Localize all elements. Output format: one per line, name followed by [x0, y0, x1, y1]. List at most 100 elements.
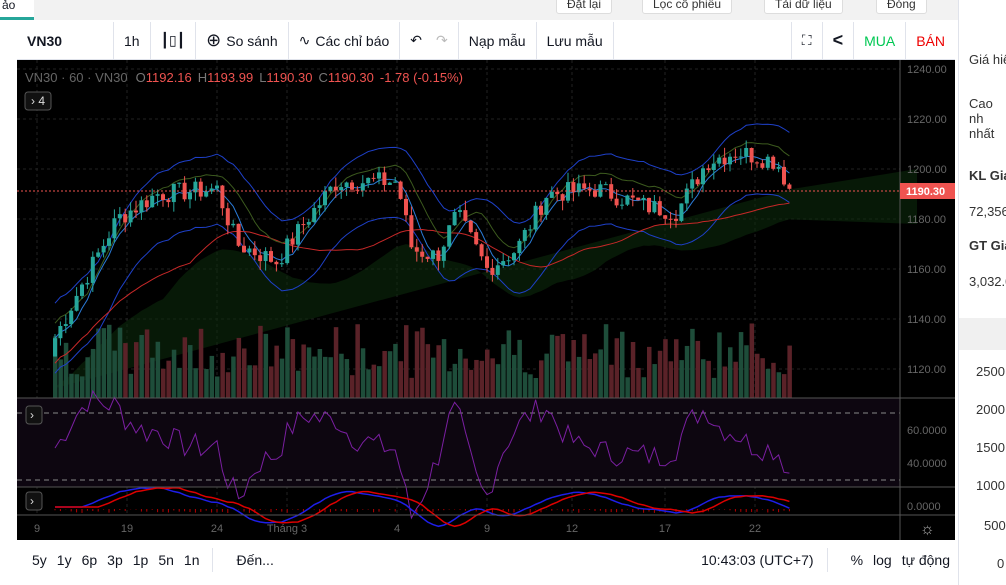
range-1d[interactable]: 1n [179, 552, 205, 568]
time-tick: 9 [484, 523, 490, 535]
chart-type-button[interactable]: ┃▯┃ [151, 21, 197, 60]
range-1y[interactable]: 1y [52, 552, 77, 568]
volume-bar [490, 358, 495, 398]
candle-body [490, 267, 495, 275]
candle-body [96, 252, 101, 257]
range-5y[interactable]: 5y [27, 552, 52, 568]
candle-body [58, 325, 63, 339]
volume-bar [722, 366, 728, 398]
volume-bar [663, 339, 668, 398]
candle-body [377, 172, 381, 179]
volume-bar [755, 353, 760, 398]
range-3m[interactable]: 3p [102, 552, 128, 568]
candle-body [220, 185, 225, 209]
candle-body [409, 215, 414, 248]
candle-body [549, 191, 554, 198]
save-template-button[interactable]: Lưu mẫu [537, 21, 614, 60]
macd-collapse-button[interactable]: › [25, 491, 43, 511]
candle-body [560, 194, 565, 201]
load-template-button[interactable]: Nạp mẫu [459, 21, 537, 60]
volume-bar [452, 363, 458, 398]
volume-bar [312, 356, 317, 398]
indicators-label: Các chỉ báo [315, 32, 390, 49]
compare-button[interactable]: ⊕ So sánh [196, 21, 289, 60]
volume-bar [485, 349, 490, 398]
volume-bar [85, 357, 90, 398]
sell-button[interactable]: BÁN [906, 22, 955, 60]
settings-gear-icon[interactable]: ☼ [920, 521, 935, 538]
candle-body [711, 163, 716, 170]
candle-body [344, 182, 349, 188]
candle-body [555, 191, 560, 195]
candle-body [269, 251, 273, 262]
volume-bar [431, 357, 436, 398]
candle-body [128, 210, 133, 223]
candle-body [139, 200, 144, 213]
scale-tick: 500 [984, 518, 1006, 533]
undo-icon[interactable]: ↶ [410, 32, 422, 49]
volume-bar [576, 356, 582, 398]
auto-toggle[interactable]: tự động [897, 552, 955, 568]
share-button[interactable]: < [823, 21, 855, 60]
volume-bar [409, 377, 414, 398]
range-1m[interactable]: 1p [128, 552, 154, 568]
range-5d[interactable]: 5n [153, 552, 179, 568]
clock[interactable]: 10:43:03 (UTC+7) [696, 552, 818, 568]
volume-bar [474, 359, 479, 398]
scale-tick: 1000 [976, 478, 1005, 493]
candle-body [85, 282, 90, 285]
candle-body [690, 179, 695, 189]
goto-date-button[interactable]: Đến... [231, 552, 278, 568]
log-toggle[interactable]: log [868, 552, 897, 568]
download-data-button[interactable]: Tải dữ liệu [764, 0, 843, 14]
buy-button[interactable]: MUA [854, 21, 907, 60]
candle-body [468, 220, 473, 233]
volume-bar [269, 366, 274, 398]
volume-bar [630, 342, 636, 398]
price-tick: 1220.00 [907, 114, 947, 126]
candle-body [755, 162, 759, 164]
percent-toggle[interactable]: % [846, 552, 868, 568]
candle-body [474, 232, 479, 245]
redo-icon[interactable]: ↷ [436, 32, 448, 49]
volume-bar [182, 337, 188, 398]
reset-button[interactable]: Đặt lại [556, 0, 613, 14]
volume-bar [204, 369, 209, 398]
candle-body [312, 207, 317, 223]
price-axis[interactable]: 1240.00 1220.00 1200.00 1180.00 1160.00 1140.… [907, 64, 947, 376]
volume-bar [123, 343, 128, 398]
candle-body [112, 218, 117, 239]
indicators-button[interactable]: ∿ Các chỉ báo [289, 21, 401, 60]
volume-bar [171, 349, 177, 398]
left-tab[interactable]: ảo [0, 0, 34, 20]
price-tick: 1120.00 [907, 364, 946, 376]
volume-bar [458, 348, 463, 398]
stock-filter-button[interactable]: Lọc cổ phiếu [642, 0, 733, 14]
volume-bar [63, 342, 69, 398]
volume-bar [393, 343, 398, 398]
volume-bar [560, 334, 566, 398]
volume-bar [366, 369, 371, 398]
range-6m[interactable]: 6p [77, 552, 103, 568]
volume-bar [236, 337, 242, 398]
interval-button[interactable]: 1h [114, 21, 151, 60]
volume-bar [533, 377, 539, 398]
chart-area[interactable]: VN30 · 60 · VN30 O1192.16 H1193.99 L1190.30… [17, 60, 955, 540]
rsi-collapse-button[interactable]: › [25, 405, 43, 425]
time-axis[interactable]: 9 19 24 Tháng 3 4 9 12 17 22 [34, 523, 761, 535]
volume-bar [306, 347, 312, 398]
candle-body [771, 156, 776, 169]
indicator-collapse-button[interactable]: › 4 [24, 91, 52, 111]
close-button[interactable]: Đóng [876, 0, 927, 14]
symbol-button[interactable]: VN30 [17, 21, 114, 60]
fullscreen-button[interactable]: ⛶ [792, 21, 823, 60]
candle-body [242, 245, 246, 253]
macd-line [55, 486, 790, 528]
volume-bar [263, 333, 269, 398]
volume-bar [382, 350, 387, 398]
candle-body [695, 179, 700, 185]
volume-bar [139, 334, 144, 398]
volume-bar [323, 356, 328, 398]
volume-bar [517, 339, 522, 398]
time-tick: 4 [394, 523, 400, 535]
